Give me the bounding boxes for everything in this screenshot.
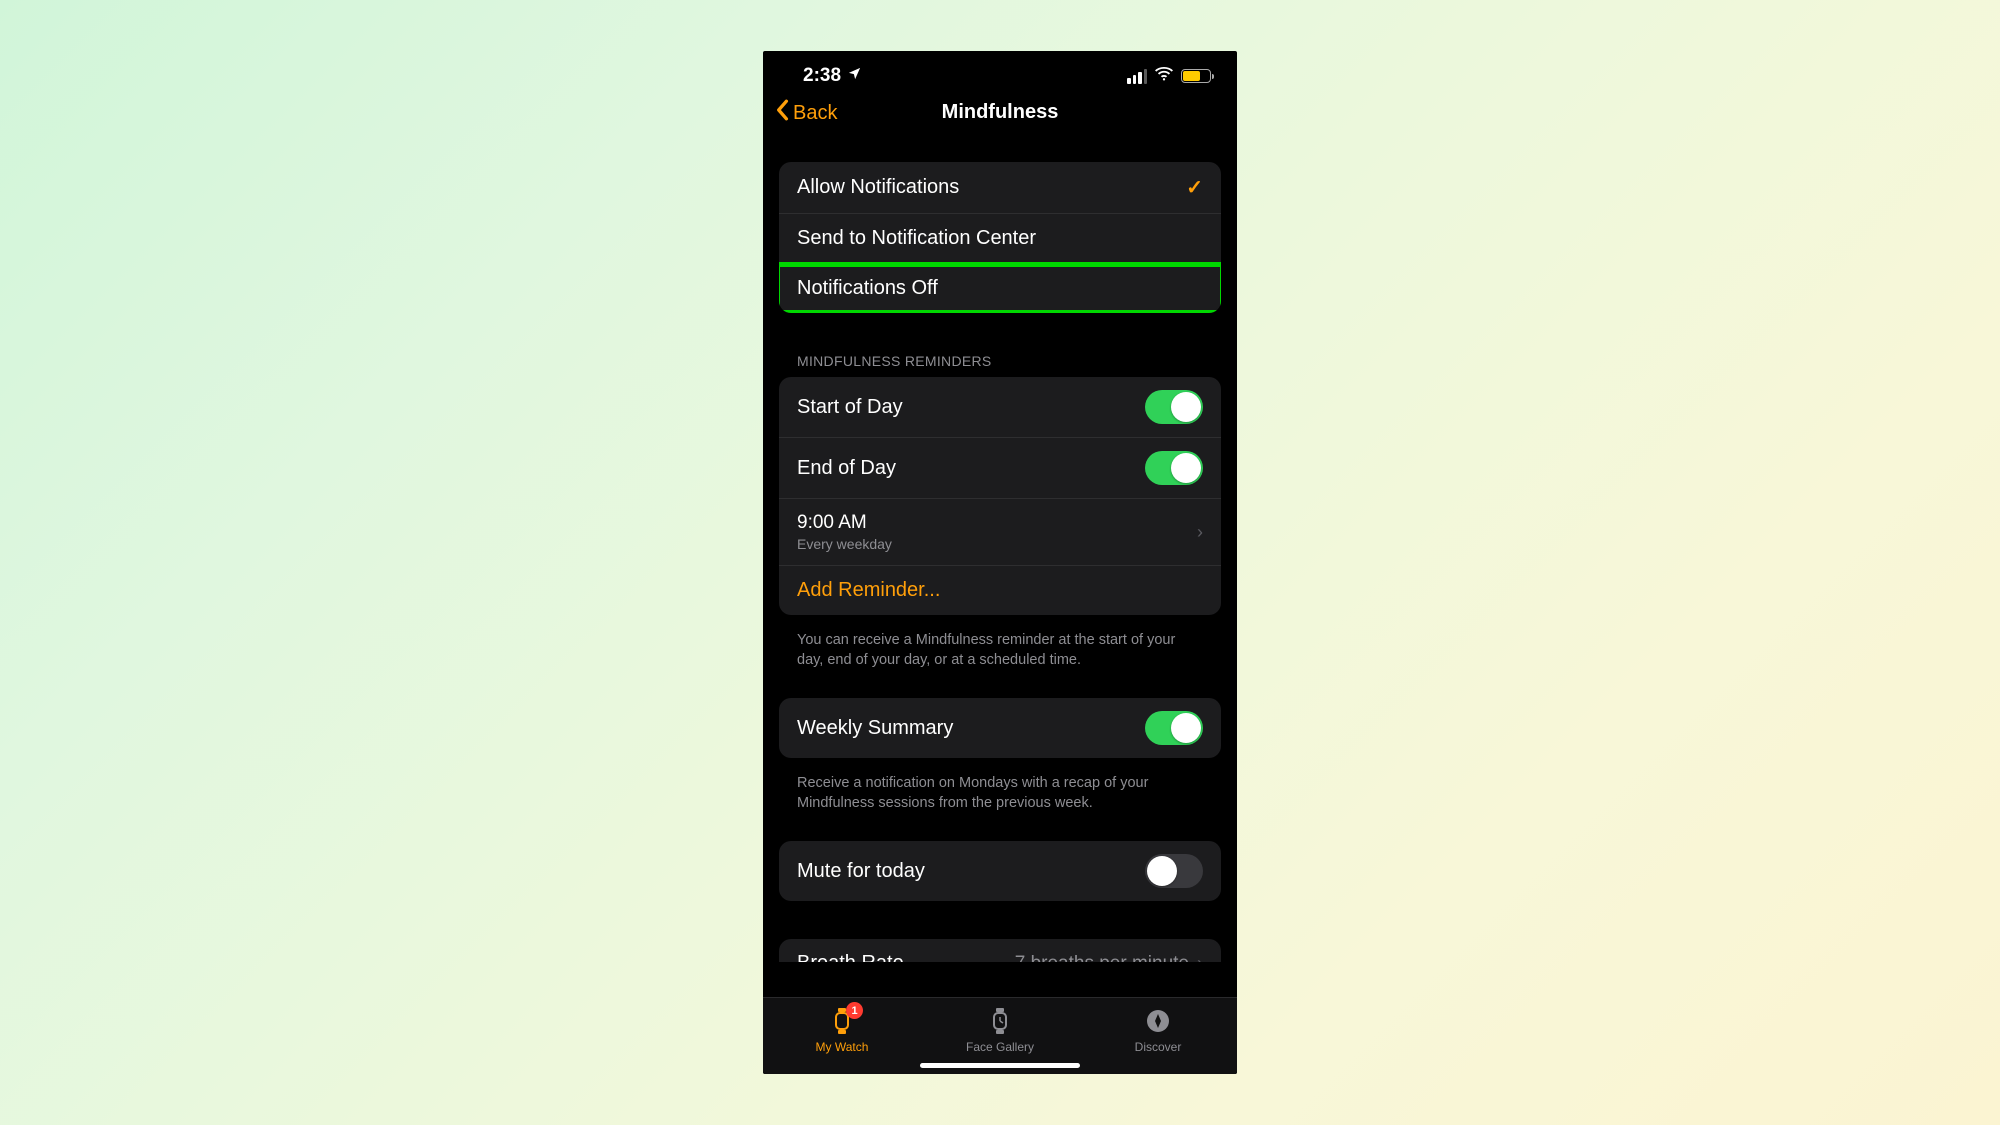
location-services-icon (847, 66, 862, 86)
content-scroll[interactable]: Allow Notifications ✓ Send to Notificati… (763, 142, 1237, 962)
row-label: Mute for today (797, 860, 925, 883)
toggle-mute-for-today[interactable] (1145, 854, 1203, 888)
add-reminder-label: Add Reminder... (797, 579, 940, 602)
row-add-reminder[interactable]: Add Reminder... (779, 565, 1221, 615)
reminders-footer-text: You can receive a Mindfulness reminder a… (779, 625, 1221, 670)
row-label: Weekly Summary (797, 717, 953, 740)
watch-icon: 1 (827, 1006, 857, 1036)
toggle-end-of-day[interactable] (1145, 451, 1203, 485)
row-breath-rate[interactable]: Breath Rate 7 breaths per minute › (779, 939, 1221, 962)
back-label: Back (793, 102, 837, 125)
chevron-right-icon: › (1197, 953, 1203, 962)
notifications-group: Allow Notifications ✓ Send to Notificati… (779, 162, 1221, 313)
phone-frame: 2:38 Back Mindfulne (763, 51, 1237, 1074)
weekly-summary-group: Weekly Summary (779, 698, 1221, 758)
chevron-left-icon (775, 99, 789, 128)
row-label: Start of Day (797, 396, 903, 419)
watch-face-icon (985, 1006, 1015, 1036)
compass-icon (1143, 1006, 1173, 1036)
toggle-weekly-summary[interactable] (1145, 711, 1203, 745)
scheduled-time-label: 9:00 AM (797, 512, 892, 534)
chevron-right-icon: › (1197, 522, 1203, 543)
row-label: End of Day (797, 457, 896, 480)
page-title: Mindfulness (942, 101, 1059, 124)
weekly-footer-text: Receive a notification on Mondays with a… (779, 768, 1221, 813)
tab-label: Discover (1135, 1040, 1182, 1054)
nav-bar: Back Mindfulness (763, 93, 1237, 142)
reminders-group: Start of Day End of Day 9:00 AM Every we… (779, 377, 1221, 615)
checkmark-icon: ✓ (1186, 175, 1203, 200)
tab-label: Face Gallery (966, 1040, 1034, 1054)
row-label: Notifications Off (797, 277, 938, 300)
row-label: Breath Rate (797, 952, 904, 962)
row-mute-for-today[interactable]: Mute for today (779, 841, 1221, 901)
tab-badge: 1 (846, 1002, 863, 1019)
status-bar: 2:38 (763, 51, 1237, 93)
row-send-to-notification-center[interactable]: Send to Notification Center (779, 213, 1221, 263)
breath-rate-group: Breath Rate 7 breaths per minute › (779, 939, 1221, 962)
tab-my-watch[interactable]: 1 My Watch (764, 1006, 920, 1054)
tab-label: My Watch (816, 1040, 869, 1054)
battery-icon (1181, 69, 1211, 83)
back-button[interactable]: Back (775, 99, 837, 128)
mute-group: Mute for today (779, 841, 1221, 901)
home-indicator[interactable] (920, 1063, 1080, 1068)
row-start-of-day[interactable]: Start of Day (779, 377, 1221, 437)
row-label: Allow Notifications (797, 176, 959, 199)
status-time: 2:38 (803, 65, 841, 87)
row-label: Send to Notification Center (797, 227, 1036, 250)
tab-discover[interactable]: Discover (1080, 1006, 1236, 1054)
breath-rate-value: 7 breaths per minute (1015, 953, 1189, 962)
row-notifications-off[interactable]: Notifications Off (779, 263, 1221, 313)
row-end-of-day[interactable]: End of Day (779, 437, 1221, 498)
row-allow-notifications[interactable]: Allow Notifications ✓ (779, 162, 1221, 213)
scheduled-sub-label: Every weekday (797, 536, 892, 552)
toggle-start-of-day[interactable] (1145, 390, 1203, 424)
tab-face-gallery[interactable]: Face Gallery (922, 1006, 1078, 1054)
row-scheduled-reminder[interactable]: 9:00 AM Every weekday › (779, 498, 1221, 565)
cellular-signal-icon (1127, 69, 1147, 84)
wifi-icon (1154, 65, 1174, 87)
row-weekly-summary[interactable]: Weekly Summary (779, 698, 1221, 758)
section-header-reminders: MINDFULNESS REMINDERS (779, 323, 1221, 377)
